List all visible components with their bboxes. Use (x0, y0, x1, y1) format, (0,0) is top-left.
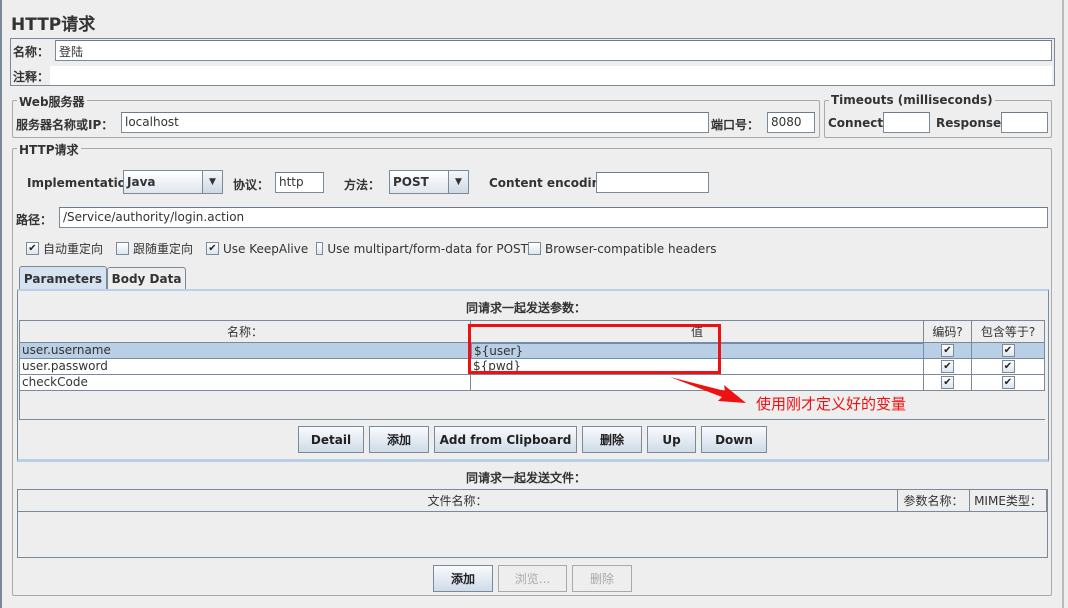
up-button[interactable]: Up (647, 426, 696, 453)
param-name[interactable]: user.username (20, 343, 471, 359)
comment-label: 注释： (13, 70, 50, 84)
checkbox-keepalive[interactable]: ✔ Use KeepAlive (206, 240, 316, 257)
file-add-button[interactable]: 添加 (433, 565, 493, 592)
path-label: 路径： (16, 213, 53, 227)
checkbox-box[interactable]: ✔ (1001, 376, 1015, 389)
comment-input[interactable] (50, 66, 1052, 85)
down-button[interactable]: Down (701, 426, 767, 453)
name-input[interactable]: 登陆 (55, 40, 1052, 61)
connect-input[interactable] (883, 112, 930, 133)
add-button[interactable]: 添加 (369, 426, 429, 453)
checkbox-box[interactable]: ✔ (26, 242, 39, 255)
encode-cell[interactable]: ✔ (924, 359, 972, 375)
encode-cell[interactable]: ✔ (924, 343, 972, 359)
col-file-name-header[interactable]: 文件名称： (18, 490, 898, 512)
param-name[interactable]: checkCode (20, 375, 471, 391)
checkbox-follow-redirect[interactable]: 跟随重定向 (116, 240, 206, 257)
file-delete-button[interactable]: 删除 (572, 565, 632, 592)
method-value: POST (393, 175, 429, 189)
param-name[interactable]: user.password (20, 359, 471, 375)
include-equals-cell[interactable]: ✔ (972, 343, 1045, 359)
annotation-highlight-box (468, 324, 721, 374)
server-input[interactable]: localhost (121, 112, 709, 133)
http-request-legend: HTTP请求 (17, 141, 81, 158)
table-row[interactable]: checkCode ✔ ✔ (20, 375, 1045, 391)
tab-parameters[interactable]: Parameters (19, 266, 107, 290)
protocol-label: 协议： (233, 178, 270, 192)
col-mime-type-header[interactable]: MIME类型： (970, 490, 1047, 512)
col-include-equals-header[interactable]: 包含等于? (972, 321, 1045, 343)
web-server-legend: Web服务器 (17, 93, 87, 110)
file-browse-button[interactable]: 浏览... (498, 565, 567, 592)
port-label: 端口号： (711, 118, 760, 132)
checkbox-browser-compatible[interactable]: Browser-compatible headers (528, 240, 717, 257)
port-input[interactable]: 8080 (767, 112, 815, 133)
annotation-text: 使用刚才定义好的变量 (756, 395, 907, 413)
include-equals-cell[interactable]: ✔ (972, 359, 1045, 375)
checkbox-label: Use KeepAlive (223, 241, 309, 256)
implementation-value: Java (127, 175, 156, 189)
checkbox-label: 跟随重定向 (133, 242, 194, 256)
method-label: 方法： (344, 178, 381, 192)
response-input[interactable] (1001, 112, 1048, 133)
server-label: 服务器名称或IP： (16, 118, 114, 132)
checkbox-box[interactable] (528, 242, 541, 255)
checkbox-label: Use multipart/form-data for POST (327, 241, 528, 256)
path-input[interactable]: /Service/authority/login.action (59, 207, 1048, 228)
implementation-select[interactable]: Java ▼ (123, 170, 223, 194)
response-label: Response: (936, 116, 1006, 130)
checkbox-box[interactable]: ✔ (206, 242, 219, 255)
files-header: 文件名称： 参数名称： MIME类型： (18, 490, 1047, 512)
add-from-clipboard-button[interactable]: Add from Clipboard (434, 426, 577, 453)
protocol-input[interactable]: http (275, 172, 324, 193)
checkbox-box[interactable]: ✔ (941, 344, 954, 357)
checkbox-box[interactable]: ✔ (1001, 344, 1015, 357)
name-label: 名称： (13, 45, 50, 59)
params-heading: 同请求一起发送参数： (466, 301, 587, 315)
timeouts-legend: Timeouts (milliseconds) (829, 93, 995, 107)
checkbox-box[interactable]: ✔ (941, 360, 954, 373)
files-table: 文件名称： 参数名称： MIME类型： (17, 489, 1048, 558)
encode-cell[interactable]: ✔ (924, 375, 972, 391)
col-name-header[interactable]: 名称： (20, 321, 471, 343)
options-checkboxes: ✔ 自动重定向 跟随重定向 ✔ Use KeepAlive Use multipar… (26, 240, 717, 257)
col-param-name-header[interactable]: 参数名称： (898, 490, 970, 512)
checkbox-label: 自动重定向 (43, 242, 104, 256)
tab-body-data[interactable]: Body Data (107, 267, 186, 289)
method-select[interactable]: POST ▼ (389, 170, 469, 194)
detail-button[interactable]: Detail (298, 426, 364, 453)
delete-button[interactable]: 删除 (582, 426, 642, 453)
checkbox-multipart[interactable]: Use multipart/form-data for POST (316, 240, 528, 257)
checkbox-box[interactable]: ✔ (941, 376, 954, 389)
checkbox-box[interactable]: ✔ (1001, 360, 1015, 373)
checkbox-auto-redirect[interactable]: ✔ 自动重定向 (26, 240, 116, 257)
encoding-label: Content encoding: (489, 176, 614, 190)
chevron-down-icon[interactable]: ▼ (202, 171, 222, 193)
files-heading: 同请求一起发送文件： (466, 471, 587, 485)
page-title: HTTP请求 (11, 15, 96, 35)
chevron-down-icon[interactable]: ▼ (448, 171, 468, 193)
checkbox-box[interactable] (316, 242, 324, 255)
checkbox-box[interactable] (116, 242, 129, 255)
include-equals-cell[interactable]: ✔ (972, 375, 1045, 391)
checkbox-label: Browser-compatible headers (545, 241, 717, 256)
annotation-arrow-icon (670, 377, 746, 403)
connect-label: Connect: (828, 116, 888, 130)
col-encode-header[interactable]: 编码? (924, 321, 972, 343)
encoding-input[interactable] (596, 172, 709, 193)
